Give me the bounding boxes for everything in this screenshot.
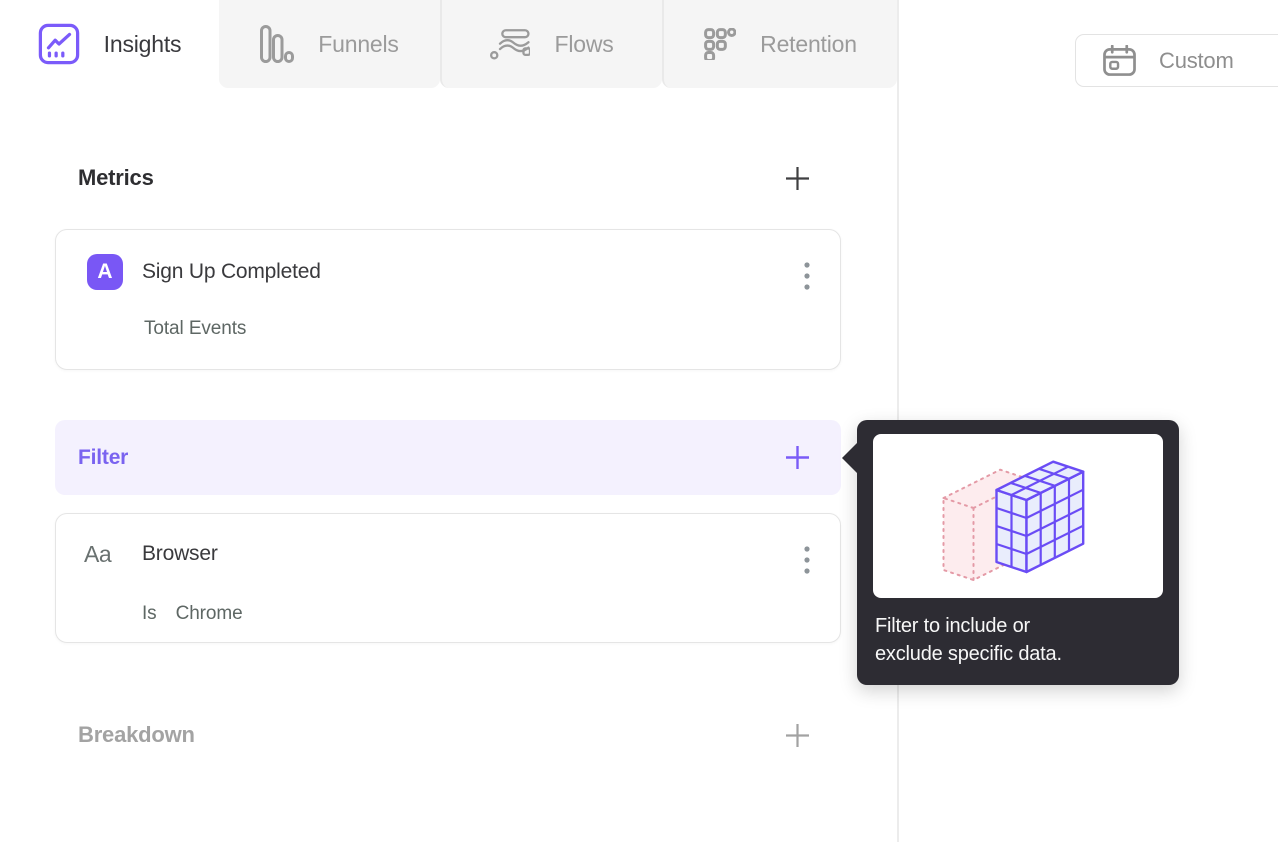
tab-label: Flows [554,30,614,57]
tab-retention[interactable]: Retention [662,0,897,88]
filter-value: Chrome [175,603,243,624]
tooltip-text: Filter to include or exclude specific da… [875,612,1161,668]
kebab-menu-icon [804,262,810,290]
metrics-section-header: Metrics [55,155,841,201]
add-metric-button[interactable] [784,165,811,192]
tab-funnels[interactable]: Funnels [219,0,440,88]
filter-section-title: Filter [78,445,129,469]
calendar-icon [1103,45,1136,76]
add-filter-button[interactable] [784,444,811,471]
tab-flows[interactable]: Flows [440,0,662,88]
add-breakdown-button[interactable] [784,722,811,749]
insights-report-builder: Insights Funnels Flows Retention Custom … [0,0,1278,842]
date-range-label: Custom [1159,47,1234,73]
data-cube-illustration [942,460,1085,581]
kebab-menu-icon [804,546,810,574]
filter-property-name: Browser [142,542,218,565]
breakdown-section-header: Breakdown [55,712,841,758]
filter-condition: Is Chrome [142,603,243,625]
filter-operator: Is [142,603,157,624]
filter-tooltip: Filter to include or exclude specific da… [842,420,1179,685]
filter-illustration [873,434,1163,598]
funnels-bars-icon [260,25,295,63]
tooltip-line: Filter to include or [875,615,1030,637]
metric-card[interactable]: A Sign Up Completed Total Events [55,229,841,370]
tooltip-line: exclude specific data. [875,643,1062,665]
insights-chart-icon [38,23,79,65]
filter-section-header[interactable]: Filter [55,420,841,495]
filter-options-button[interactable] [796,538,818,585]
plus-icon [786,723,809,747]
tab-insights[interactable]: Insights [0,0,219,88]
metric-measure: Total Events [144,318,247,339]
plus-icon [786,166,809,190]
flows-sankey-icon [490,28,531,60]
tab-label: Funnels [318,30,399,57]
plus-icon [786,446,809,469]
string-property-icon: Aa [84,541,112,567]
tab-label: Retention [760,30,857,57]
breakdown-section-title: Breakdown [78,722,195,747]
metric-letter-badge: A [87,254,123,290]
tab-label: Insights [103,30,182,57]
metrics-section-title: Metrics [78,165,154,190]
retention-grid-icon [704,28,737,60]
tooltip-arrow [842,443,857,473]
metric-options-button[interactable] [796,254,818,301]
date-range-custom-button[interactable]: Custom [1075,34,1278,87]
report-type-tabbar: Insights Funnels Flows Retention [0,0,897,88]
metric-event-name: Sign Up Completed [142,260,321,283]
filter-card[interactable]: Aa Browser Is Chrome [55,513,841,643]
